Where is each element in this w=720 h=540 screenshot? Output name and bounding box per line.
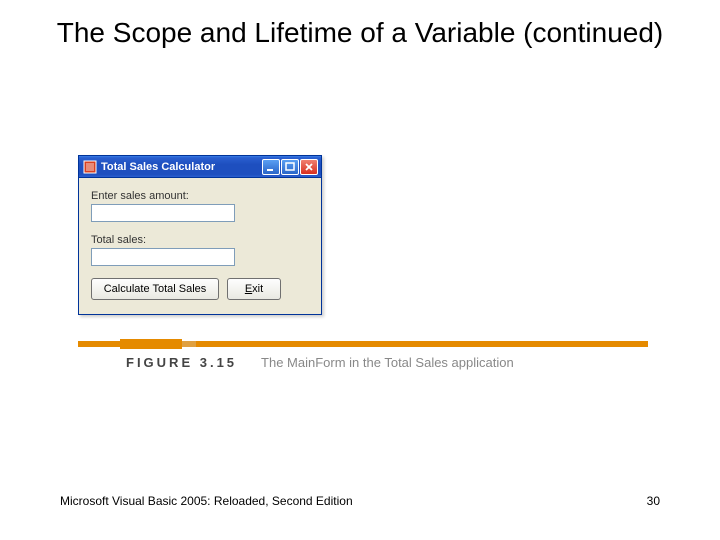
app-icon <box>83 160 97 174</box>
minimize-button[interactable] <box>262 159 280 175</box>
app-window: Total Sales Calculator Enter sales amoun… <box>78 155 322 315</box>
figure-caption-text: The MainForm in the Total Sales applicat… <box>261 355 514 370</box>
amount-label: Enter sales amount: <box>91 190 309 202</box>
maximize-button[interactable] <box>281 159 299 175</box>
minimize-icon <box>266 162 276 172</box>
close-icon <box>304 162 314 172</box>
figure-number: FIGURE 3.15 <box>126 355 237 370</box>
close-button[interactable] <box>300 159 318 175</box>
figure-caption: FIGURE 3.15 The MainForm in the Total Sa… <box>78 341 648 370</box>
window-title: Total Sales Calculator <box>101 161 262 173</box>
total-output <box>91 248 235 266</box>
exit-button[interactable]: Exit <box>227 278 281 300</box>
titlebar: Total Sales Calculator <box>79 156 321 178</box>
maximize-icon <box>285 162 295 172</box>
page-number: 30 <box>647 494 660 508</box>
caption-stripe <box>78 341 648 347</box>
calculate-button[interactable]: Calculate Total Sales <box>91 278 219 300</box>
slide-title: The Scope and Lifetime of a Variable (co… <box>0 0 720 51</box>
footer-text: Microsoft Visual Basic 2005: Reloaded, S… <box>60 494 353 508</box>
exit-rest: xit <box>252 283 263 295</box>
amount-input[interactable] <box>91 204 235 222</box>
figure-area: Total Sales Calculator Enter sales amoun… <box>78 155 648 370</box>
total-label: Total sales: <box>91 234 309 246</box>
window-client: Enter sales amount: Total sales: Calcula… <box>79 178 321 314</box>
